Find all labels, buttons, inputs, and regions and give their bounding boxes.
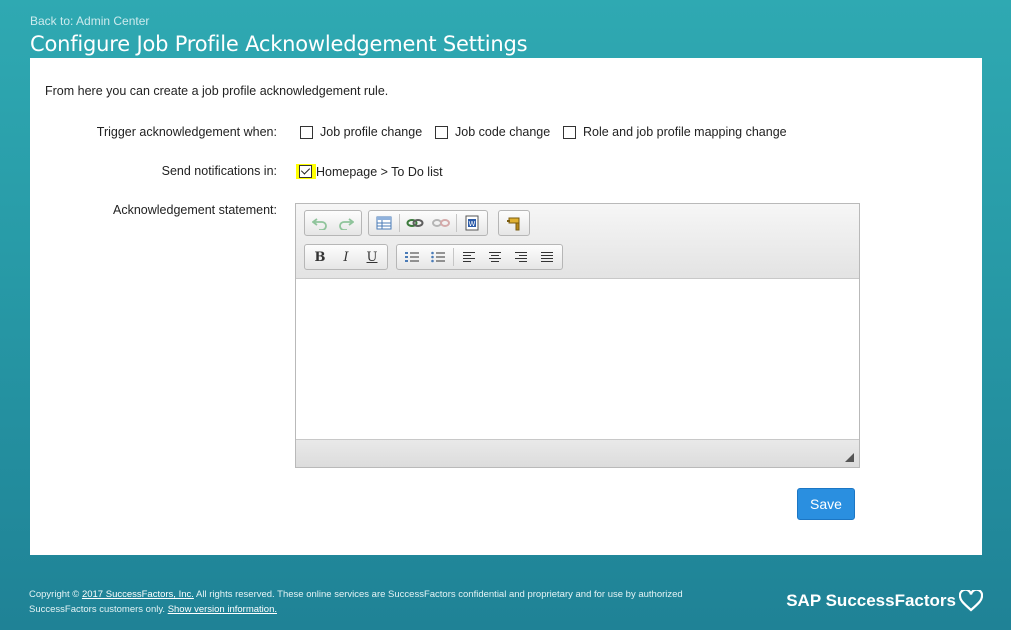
paragraph-group [396,244,563,270]
unlink-icon[interactable] [428,212,454,234]
source-group [498,210,530,236]
editor-toolbar: W B I U [296,204,859,279]
source-code-icon[interactable] [501,212,527,234]
align-center-icon[interactable] [482,246,508,268]
underline-button[interactable]: U [359,246,385,268]
intro-text: From here you can create a job profile a… [45,84,389,98]
editor-status-bar [296,439,859,467]
italic-button[interactable]: I [333,246,359,268]
trigger-role-mapping-change-checkbox[interactable]: Role and job profile mapping change [563,125,787,139]
settings-panel: From here you can create a job profile a… [30,58,982,555]
heart-icon [959,590,983,612]
rich-text-editor: W B I U [295,203,860,468]
checkbox-box[interactable] [563,125,576,139]
company-link[interactable]: 2017 SuccessFactors, Inc. [82,589,194,600]
footer-copyright: Copyright © 2017 SuccessFactors, Inc. Al… [29,587,749,617]
link-icon[interactable] [402,212,428,234]
back-to-admin-center-link[interactable]: Back to: Admin Center [30,14,149,28]
checkbox-label: Job profile change [320,125,423,139]
show-version-link[interactable]: Show version information. [168,604,277,615]
trigger-label: Trigger acknowledgement when: [96,125,277,139]
copyright-prefix: Copyright © [29,589,80,600]
checkbox-box[interactable] [300,125,313,139]
statement-text-area[interactable] [296,279,859,439]
focus-highlight [296,164,316,179]
toolbar-separator [456,214,457,232]
undo-redo-group [304,210,362,236]
resize-handle-icon[interactable] [845,453,854,462]
notifications-label: Send notifications in: [161,164,277,178]
page-title: Configure Job Profile Acknowledgement Se… [30,32,528,56]
trigger-job-profile-change-checkbox[interactable]: Job profile change [300,125,422,139]
notify-homepage-todo-checkbox[interactable]: Homepage > To Do list [296,164,443,179]
text-style-group: B I U [304,244,388,270]
insert-group: W [368,210,488,236]
svg-text:W: W [469,220,476,228]
toolbar-separator [399,214,400,232]
numbered-list-icon[interactable] [399,246,425,268]
checkbox-label: Role and job profile mapping change [583,125,787,139]
trigger-job-code-change-checkbox[interactable]: Job code change [435,125,550,139]
save-button[interactable]: Save [797,488,855,520]
table-icon[interactable] [371,212,397,234]
checkbox-label: Job code change [455,125,551,139]
align-right-icon[interactable] [508,246,534,268]
checkbox-label: Homepage > To Do list [316,164,443,179]
bold-button[interactable]: B [307,246,333,268]
toolbar-separator [453,248,454,266]
brand-name: SAP SuccessFactors [786,591,956,610]
statement-label: Acknowledgement statement: [113,203,277,217]
paste-from-word-icon[interactable]: W [459,212,485,234]
brand-logo: SAP SuccessFactors [786,590,983,612]
checkbox-box[interactable] [435,125,448,139]
checkbox-box[interactable] [299,165,312,178]
undo-icon[interactable] [307,212,333,234]
justify-icon[interactable] [534,246,560,268]
redo-icon[interactable] [333,212,359,234]
bulleted-list-icon[interactable] [425,246,451,268]
align-left-icon[interactable] [456,246,482,268]
